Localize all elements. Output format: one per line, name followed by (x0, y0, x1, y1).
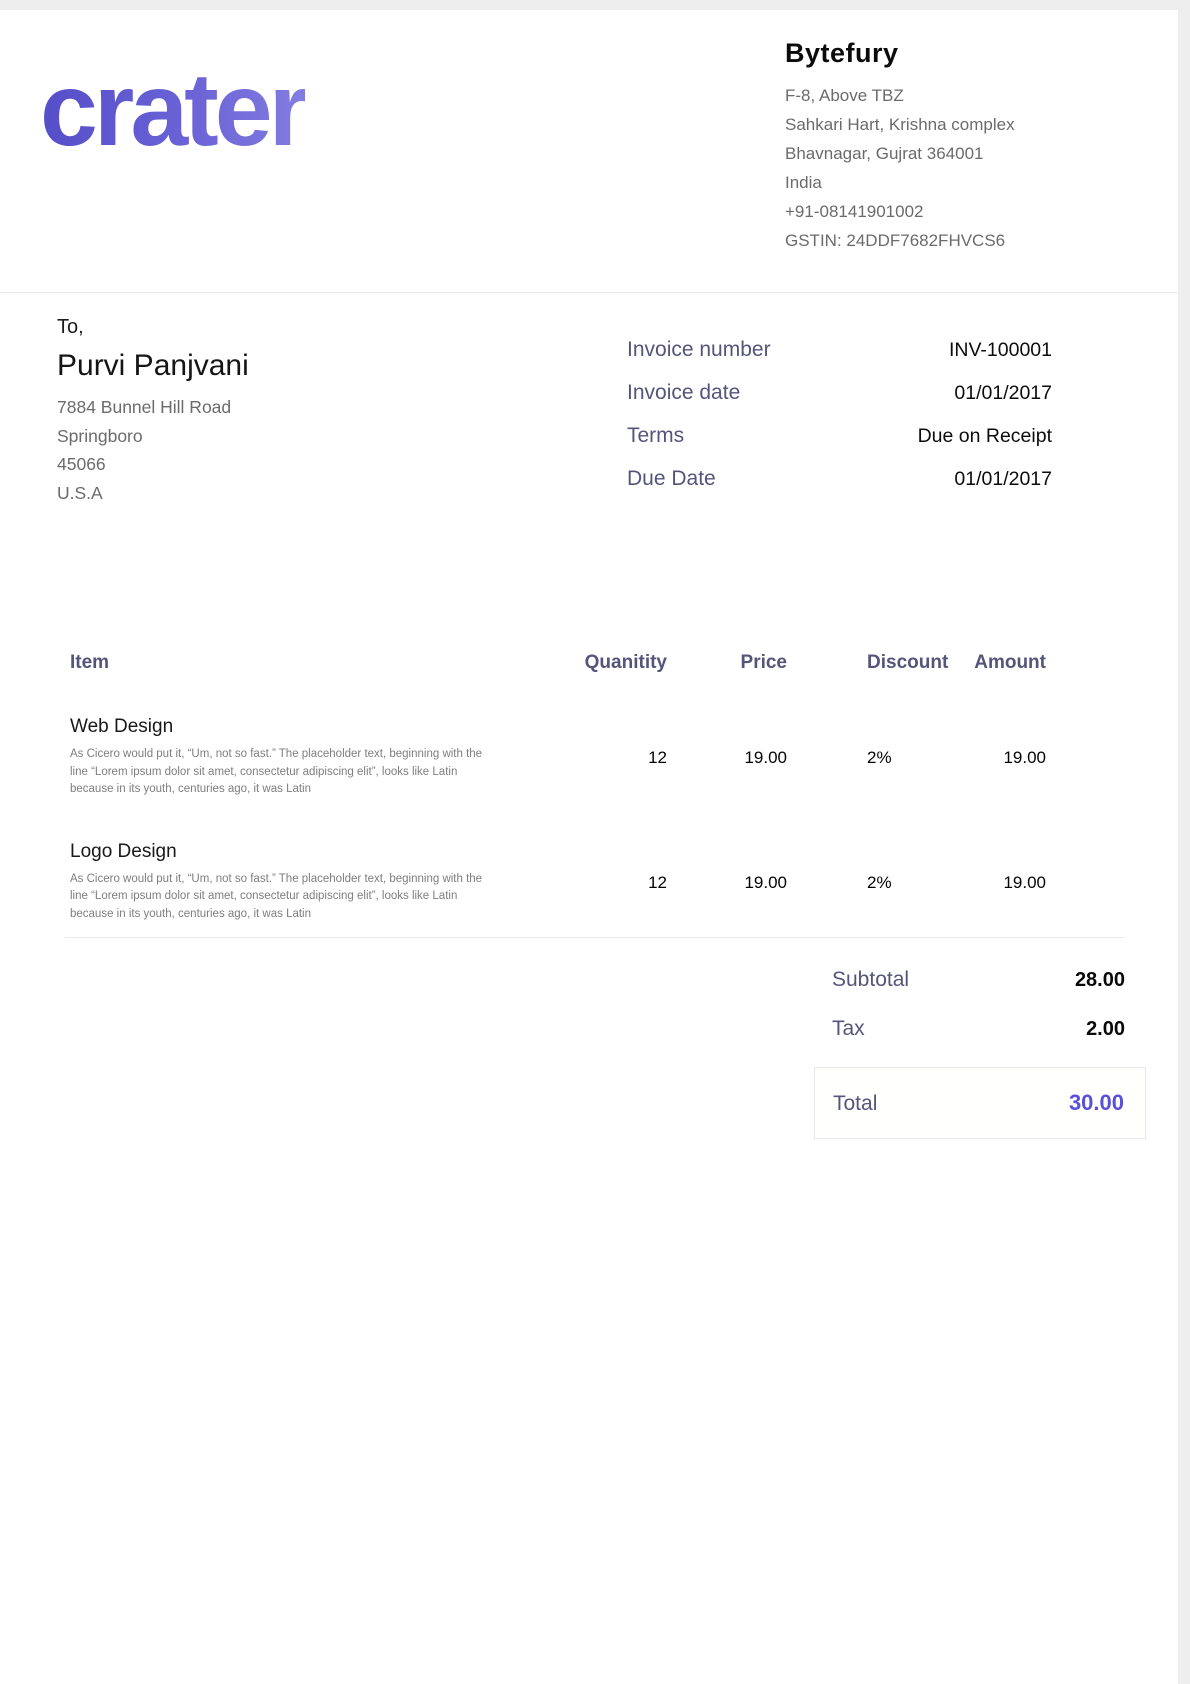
customer-address-line: 45066 (57, 450, 477, 479)
item-quantity: 12 (490, 716, 667, 799)
items-table: Item Quanitity Price Discount Amount Web… (70, 652, 1046, 923)
table-row: Web Design As Cicero would put it, “Um, … (70, 716, 1046, 799)
total-value: 30.00 (1069, 1090, 1124, 1116)
company-phone: +91-08141901002 (785, 197, 1165, 226)
customer-address-line: U.S.A (57, 479, 477, 508)
company-address-line: F-8, Above TBZ (785, 81, 1165, 110)
invoice-page: crater Bytefury F-8, Above TBZ Sahkari H… (0, 10, 1178, 1684)
due-date-label: Due Date (627, 467, 716, 491)
terms-value: Due on Receipt (918, 425, 1052, 448)
header-price: Price (667, 652, 787, 674)
company-address-line: Sahkari Hart, Krishna complex (785, 110, 1165, 139)
items-table-header: Item Quanitity Price Discount Amount (70, 652, 1046, 674)
invoice-preview-canvas: { "header": { "logo_text": "crater", "co… (0, 0, 1190, 1684)
invoice-meta: Invoice number INV-100001 Invoice date 0… (627, 338, 1052, 510)
tax-value: 2.00 (1086, 1018, 1125, 1041)
invoice-date-row: Invoice date 01/01/2017 (627, 381, 1052, 424)
item-cell: Logo Design As Cicero would put it, “Um,… (70, 841, 490, 924)
tax-label: Tax (832, 1017, 865, 1041)
totals-section: Subtotal 28.00 Tax 2.00 Total 30.00 (814, 968, 1146, 1139)
grand-total-box: Total 30.00 (814, 1067, 1146, 1139)
customer-name: Purvi Panjvani (57, 349, 477, 383)
item-name: Web Design (70, 716, 490, 738)
item-description: As Cicero would put it, “Um, not so fast… (70, 746, 485, 799)
subtotal-label: Subtotal (832, 968, 909, 992)
header-discount: Discount (787, 652, 967, 674)
item-cell: Web Design As Cicero would put it, “Um, … (70, 716, 490, 799)
subtotal-value: 28.00 (1075, 969, 1125, 992)
invoice-number-row: Invoice number INV-100001 (627, 338, 1052, 381)
customer-address-line: Springboro (57, 422, 477, 451)
header-amount: Amount (967, 652, 1046, 674)
terms-row: Terms Due on Receipt (627, 424, 1052, 467)
header-quantity: Quanitity (490, 652, 667, 674)
tax-row: Tax 2.00 (814, 1017, 1146, 1041)
item-price: 19.00 (667, 841, 787, 924)
company-address-line: Bhavnagar, Gujrat 364001 (785, 139, 1165, 168)
crater-logo: crater (40, 58, 305, 162)
terms-label: Terms (627, 424, 684, 448)
invoice-number-label: Invoice number (627, 338, 771, 362)
item-quantity: 12 (490, 841, 667, 924)
item-amount: 19.00 (967, 716, 1046, 799)
invoice-date-value: 01/01/2017 (954, 382, 1052, 405)
subtotal-row: Subtotal 28.00 (814, 968, 1146, 992)
company-name: Bytefury (785, 38, 1165, 69)
total-label: Total (833, 1092, 877, 1116)
due-date-row: Due Date 01/01/2017 (627, 467, 1052, 510)
bill-to-label: To, (57, 316, 477, 339)
invoice-number-value: INV-100001 (949, 339, 1052, 362)
invoice-header: crater Bytefury F-8, Above TBZ Sahkari H… (0, 10, 1178, 293)
company-address-line: India (785, 168, 1165, 197)
customer-address-line: 7884 Bunnel Hill Road (57, 393, 477, 422)
item-amount: 19.00 (967, 841, 1046, 924)
company-gstin: GSTIN: 24DDF7682FHVCS6 (785, 226, 1165, 255)
company-info: Bytefury F-8, Above TBZ Sahkari Hart, Kr… (785, 38, 1165, 255)
item-name: Logo Design (70, 841, 490, 863)
bill-to-section: To, Purvi Panjvani 7884 Bunnel Hill Road… (57, 316, 477, 507)
header-item: Item (70, 652, 490, 674)
item-price: 19.00 (667, 716, 787, 799)
item-discount: 2% (787, 716, 967, 799)
totals-divider (65, 937, 1125, 938)
item-description: As Cicero would put it, “Um, not so fast… (70, 871, 485, 924)
table-row: Logo Design As Cicero would put it, “Um,… (70, 841, 1046, 924)
invoice-date-label: Invoice date (627, 381, 740, 405)
due-date-value: 01/01/2017 (954, 468, 1052, 491)
item-discount: 2% (787, 841, 967, 924)
